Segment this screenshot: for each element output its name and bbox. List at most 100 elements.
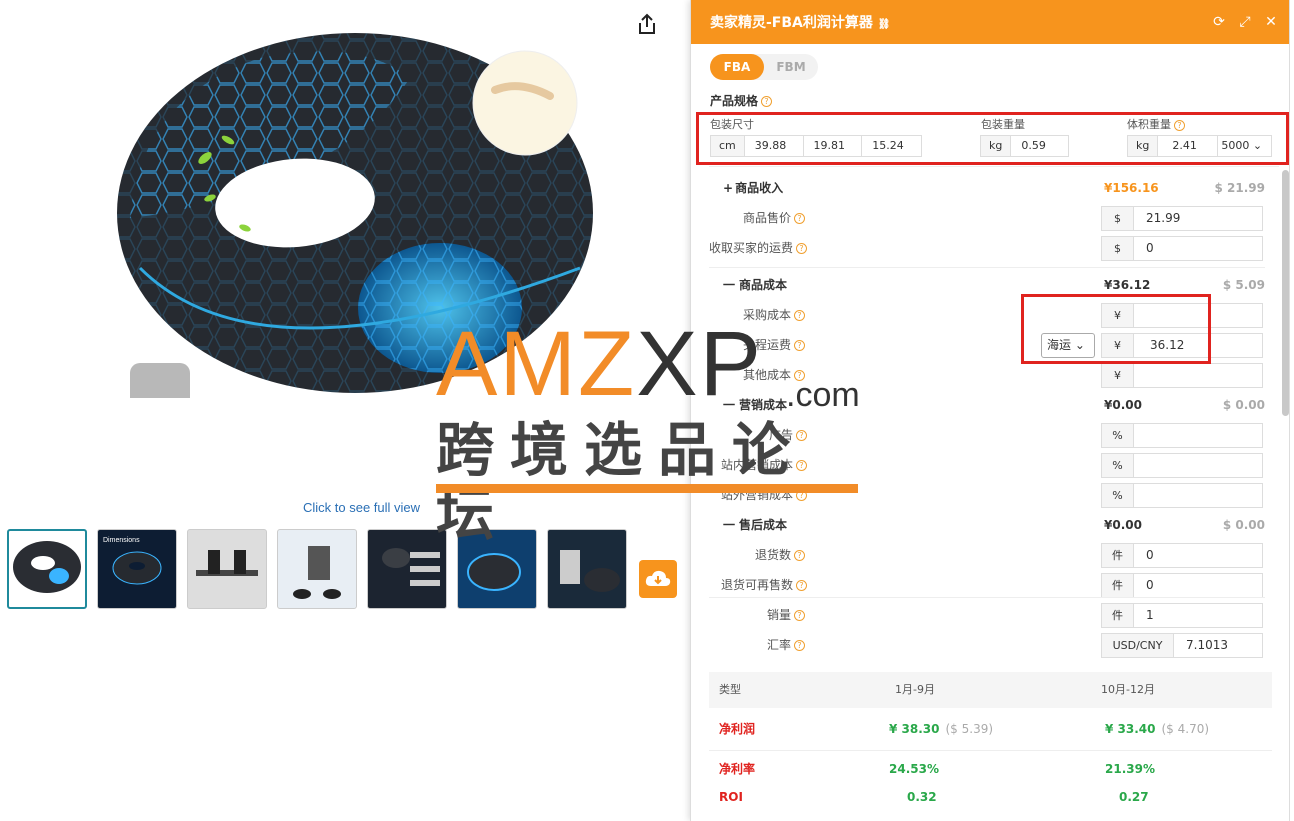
thumbnail-7[interactable] (547, 529, 627, 609)
price-unit: $ (1102, 207, 1134, 230)
other-value (1134, 364, 1146, 387)
resell-label-text: 退货可再售数 (721, 578, 794, 592)
help-icon[interactable]: ? (794, 640, 806, 651)
help-icon[interactable]: ? (796, 460, 808, 471)
help-icon[interactable]: ? (794, 610, 806, 621)
net-profit-a-cny: ¥ 38.30 (889, 722, 940, 736)
other-label: 其他成本? (743, 360, 806, 390)
price-input[interactable]: $21.99 (1101, 206, 1263, 231)
price-value: 21.99 (1146, 211, 1181, 225)
col-oct-dec: 10月-12月 (1101, 683, 1155, 696)
tab-fbm[interactable]: FBM (764, 54, 818, 80)
close-icon[interactable]: ✕ (1258, 14, 1284, 30)
roi-row: ROI 0.32 0.27 (709, 782, 1272, 812)
link-icon[interactable]: ⛓ (878, 19, 891, 30)
thumbnail-1[interactable] (7, 529, 87, 609)
resell-input[interactable]: 件0 (1101, 573, 1263, 598)
refresh-icon[interactable]: ⟳ (1206, 14, 1232, 30)
help-icon[interactable]: ? (794, 310, 806, 321)
help-icon[interactable]: ? (796, 243, 808, 254)
onsite-unit: % (1102, 454, 1134, 477)
returns-value: 0 (1146, 548, 1154, 562)
marketing-sign: 一 (723, 398, 736, 412)
ads-input[interactable]: % (1101, 423, 1263, 448)
help-icon[interactable]: ? (794, 213, 806, 224)
onsite-row: 站内营销成本? % (709, 450, 1265, 480)
net-profit-b: ¥ 33.40 ($ 4.70) (1105, 714, 1209, 744)
net-margin-a: 24.53% (889, 762, 939, 776)
offsite-label: 站外营销成本? (721, 480, 808, 510)
aftersale-cny: ¥0.00 (1104, 518, 1142, 532)
rate-unit: USD/CNY (1102, 634, 1174, 657)
other-unit: ¥ (1102, 364, 1134, 387)
marketing-title-text: 营销成本 (739, 398, 788, 412)
help-icon[interactable]: ? (796, 430, 808, 441)
firstleg-label-text: 头程运费 (743, 338, 792, 352)
returns-input[interactable]: 件0 (1101, 543, 1263, 568)
help-icon[interactable]: ? (794, 340, 806, 351)
offsite-value (1134, 484, 1146, 507)
offsite-input[interactable]: % (1101, 483, 1263, 508)
fba-calculator-panel: 卖家精灵-FBA利润计算器 ⛓ ⟳ ⤢ ✕ FBA FBM 产品规格? 包装尺寸… (690, 0, 1290, 821)
divider (709, 750, 1272, 751)
marketing-row[interactable]: 一营销成本 ¥0.00 $ 0.00 (709, 390, 1265, 420)
thumbnail-6[interactable] (457, 529, 537, 609)
resell-label: 退货可再售数? (721, 570, 808, 600)
main-product-image[interactable] (110, 18, 610, 398)
results-header: 类型 1月-9月 10月-12月 (709, 672, 1272, 708)
thumbnail-4[interactable] (277, 529, 357, 609)
ads-value (1134, 424, 1146, 447)
marketing-usd: $ 0.00 (1222, 398, 1265, 412)
help-icon[interactable]: ? (796, 580, 808, 591)
cost-title: 一商品成本 (723, 270, 787, 300)
help-icon[interactable]: ? (794, 370, 806, 381)
expand-icon[interactable]: ⤢ (1232, 14, 1258, 30)
thumbnail-caption: Dimensions (103, 537, 140, 544)
aftersale-row[interactable]: 一售后成本 ¥0.00 $ 0.00 (709, 510, 1265, 540)
panel-title-text: 卖家精灵-FBA利润计算器 (710, 15, 873, 31)
tab-fba[interactable]: FBA (710, 54, 764, 80)
other-cost-row: 其他成本? ¥ (709, 360, 1265, 390)
returns-label-text: 退货数 (755, 548, 792, 562)
rate-input[interactable]: USD/CNY 7.1013 (1101, 633, 1263, 658)
help-icon[interactable]: ? (794, 550, 806, 561)
onsite-value (1134, 454, 1146, 477)
fulfillment-tabs: FBA FBM (710, 54, 818, 80)
offsite-unit: % (1102, 484, 1134, 507)
aftersale-title-text: 售后成本 (739, 518, 788, 532)
resell-value: 0 (1146, 578, 1154, 592)
share-icon[interactable] (636, 12, 658, 36)
net-profit-a: ¥ 38.30 ($ 5.39) (889, 714, 993, 744)
offsite-label-text: 站外营销成本 (721, 488, 794, 502)
thumbnail-5[interactable] (367, 529, 447, 609)
income-usd: $ 21.99 (1214, 181, 1265, 195)
income-row[interactable]: + 商品收入 ¥156.16 $ 21.99 (709, 173, 1265, 203)
help-icon[interactable]: ? (796, 490, 808, 501)
panel-title: 卖家精灵-FBA利润计算器 ⛓ (710, 12, 1206, 32)
help-icon[interactable]: ? (761, 96, 773, 107)
thumbnail-3[interactable] (187, 529, 267, 609)
sales-row: 销量? 件1 (709, 600, 1265, 630)
col-type: 类型 (719, 683, 741, 696)
rate-value: 7.1013 (1186, 638, 1228, 652)
shipfee-input[interactable]: $0 (1101, 236, 1263, 261)
click-full-view-link[interactable]: Click to see full view (303, 500, 420, 515)
aftersale-title: 一售后成本 (723, 510, 787, 540)
resell-row: 退货可再售数? 件0 (709, 570, 1265, 600)
thumbnail-2[interactable]: Dimensions (97, 529, 177, 609)
firstleg-label: 头程运费? (743, 330, 806, 360)
marketing-title: 一营销成本 (723, 390, 787, 420)
income-title-text: 商品收入 (735, 181, 784, 195)
resell-unit: 件 (1102, 574, 1134, 597)
purchase-label: 采购成本? (743, 300, 806, 330)
price-label-text: 商品售价 (743, 211, 792, 225)
sales-input[interactable]: 件1 (1101, 603, 1263, 628)
scrollbar[interactable] (1282, 170, 1289, 416)
onsite-input[interactable]: % (1101, 453, 1263, 478)
price-row: 商品售价? $21.99 (709, 203, 1265, 233)
purchase-label-text: 采购成本 (743, 308, 792, 322)
download-images-button[interactable] (639, 560, 677, 598)
shipfee-unit: $ (1102, 237, 1134, 260)
net-profit-b-usd: ($ 4.70) (1161, 722, 1210, 736)
other-input[interactable]: ¥ (1101, 363, 1263, 388)
